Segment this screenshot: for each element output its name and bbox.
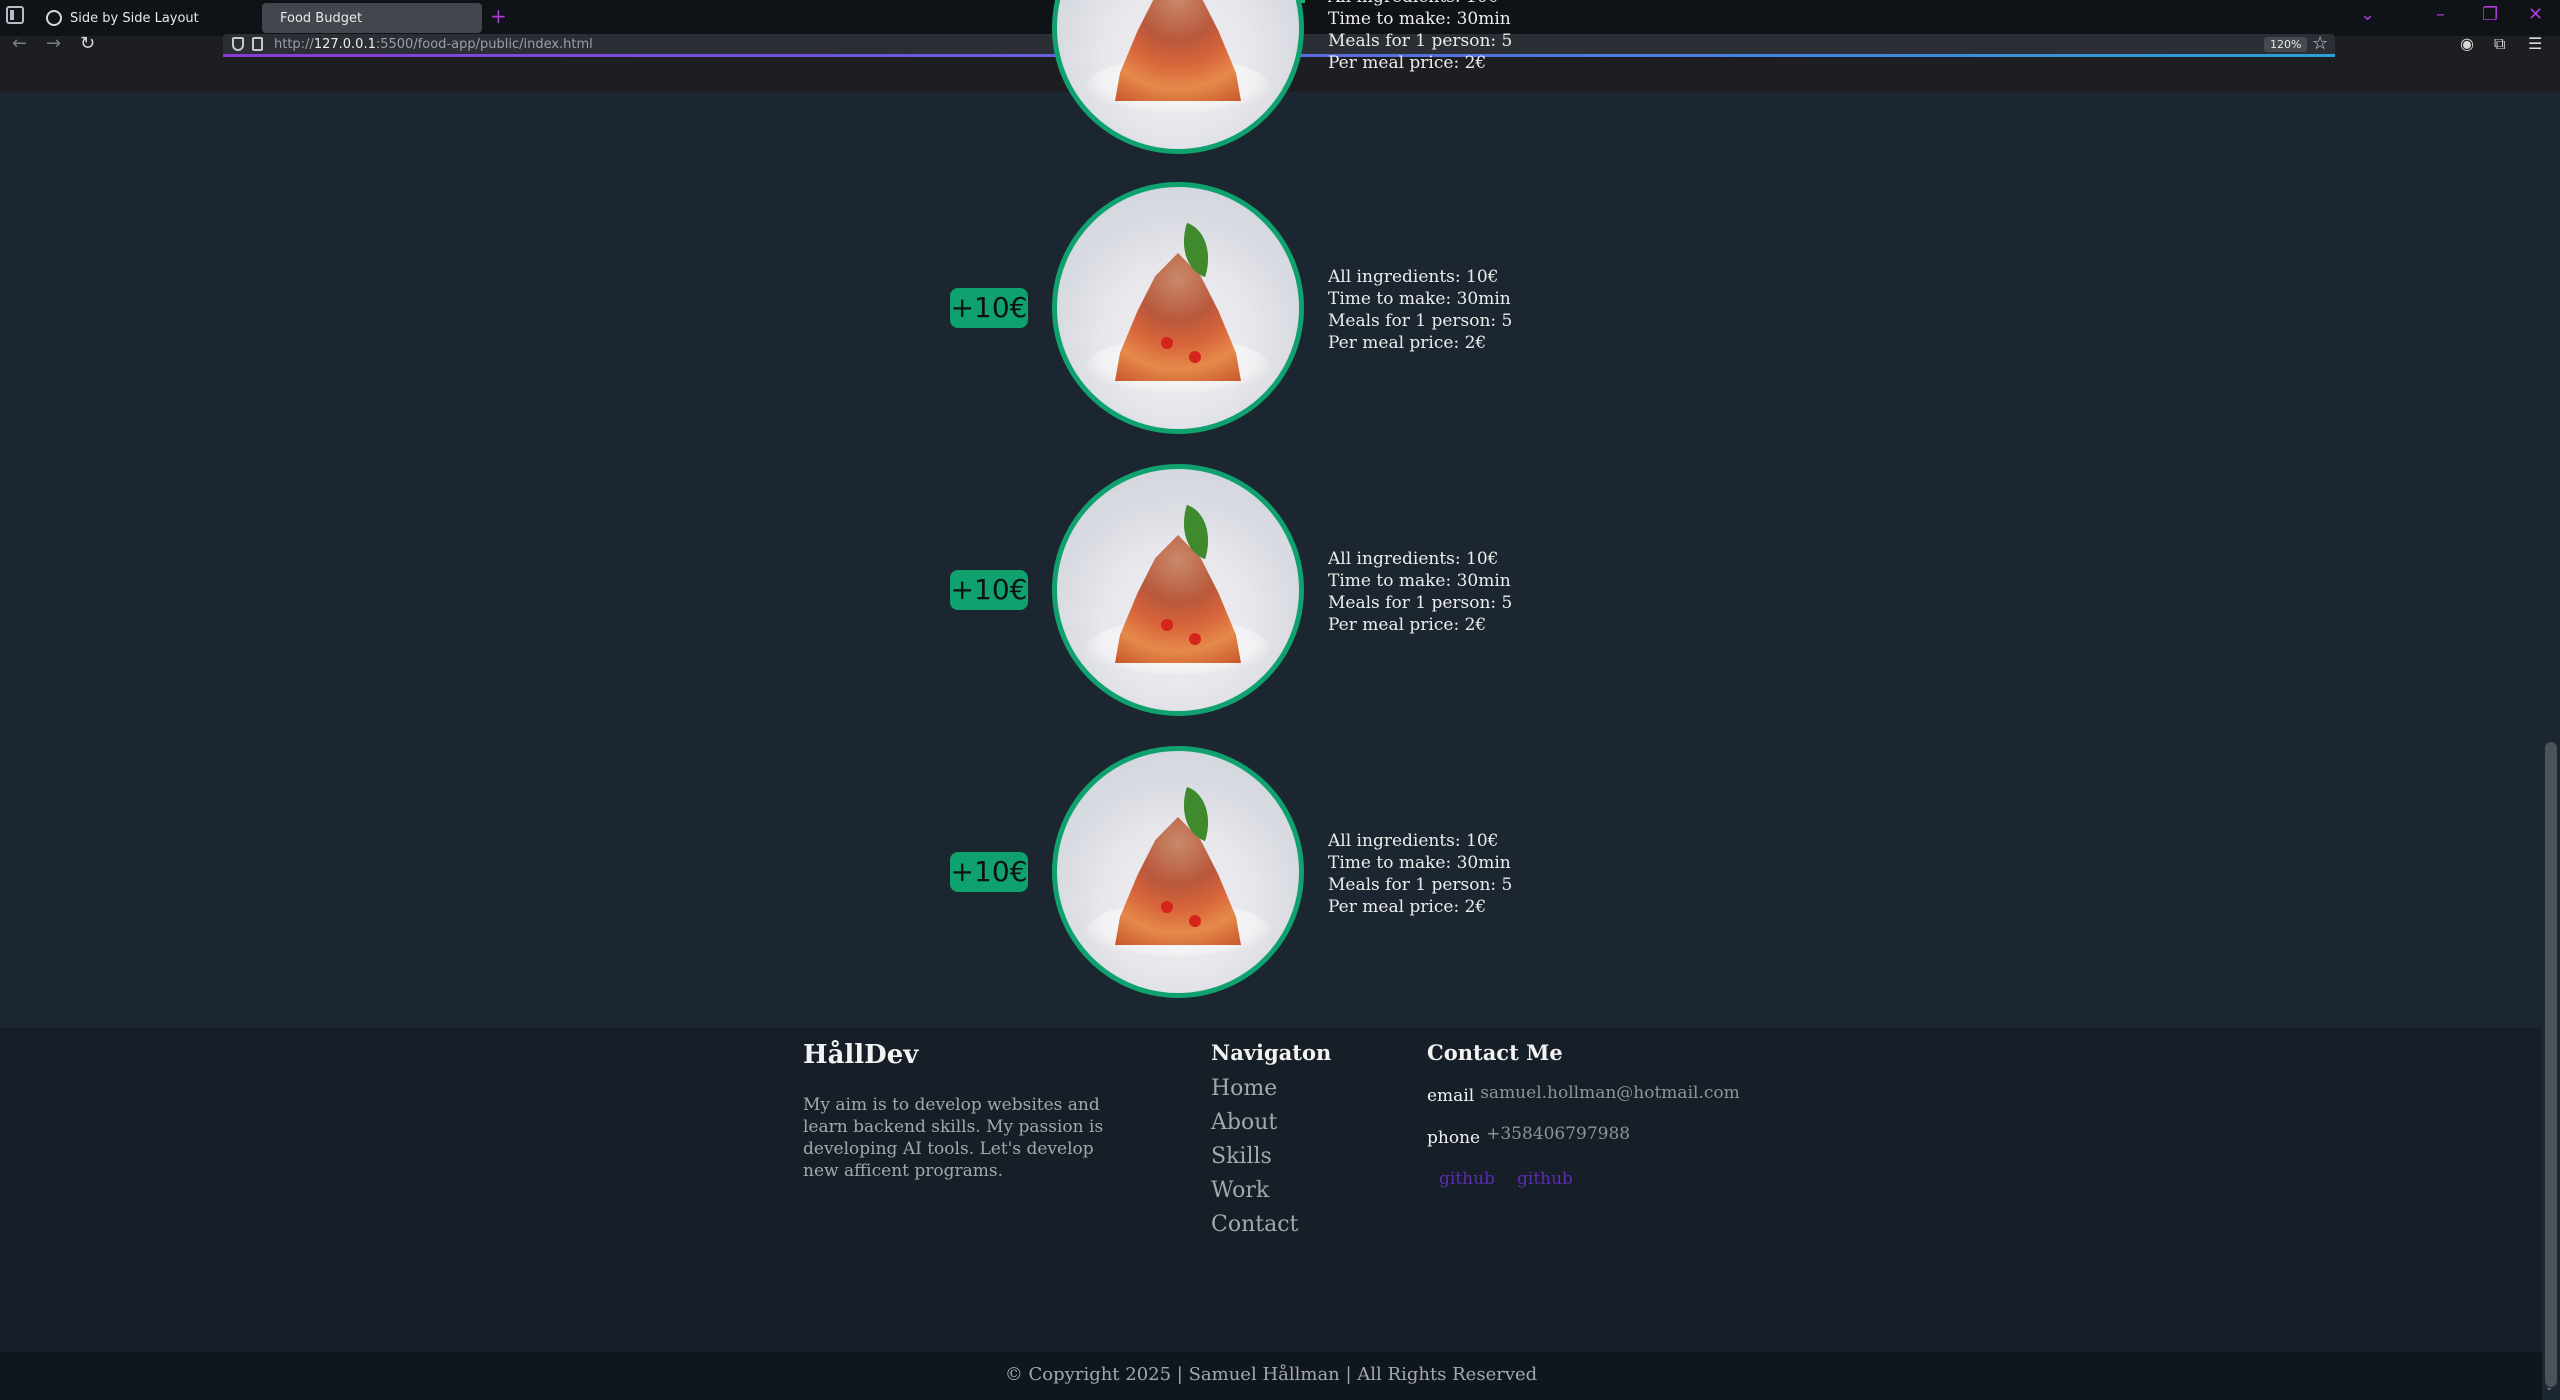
pasta-shape xyxy=(1115,253,1241,381)
meal-time: Time to make: 30min xyxy=(1328,289,1511,309)
meal-count: Meals for 1 person: 5 xyxy=(1328,311,1513,331)
meal-time: Time to make: 30min xyxy=(1328,853,1511,873)
meal-time: Time to make: 30min xyxy=(1328,571,1511,591)
footer-nav-home[interactable]: Home xyxy=(1211,1072,1298,1106)
meal-ingredients: All ingredients: 10€ xyxy=(1328,549,1499,569)
scroll-down-arrow-icon[interactable]: ⌄ xyxy=(2545,1382,2553,1393)
footer-nav-title: Navigaton xyxy=(1211,1040,1332,1065)
meal-card: +10€ All ingredients: 10€ Time to make: … xyxy=(0,464,2540,724)
phone-label: phone xyxy=(1427,1128,1481,1148)
tomato-shape xyxy=(1161,901,1173,913)
github-link[interactable]: github xyxy=(1439,1169,1495,1189)
contact-email-row: email samuel.hollman@hotmail.com xyxy=(1427,1083,1740,1106)
meal-per-price: Per meal price: 2€ xyxy=(1328,53,1487,73)
price-badge[interactable]: +10€ xyxy=(950,852,1028,892)
meal-info: All ingredients: 10€ Time to make: 30min… xyxy=(1328,266,1512,354)
meal-ingredients: All ingredients: 10€ xyxy=(1328,267,1499,287)
footer-about-text: My aim is to develop websites and learn … xyxy=(803,1095,1104,1181)
phone-value[interactable]: +358406797988 xyxy=(1486,1124,1630,1144)
pasta-shape xyxy=(1115,817,1241,945)
meal-card: +10€ All ingredients: 10€ Time to make: … xyxy=(0,182,2540,442)
spaghetti-image xyxy=(1052,182,1304,434)
spaghetti-image xyxy=(1052,464,1304,716)
footer-nav-about[interactable]: About xyxy=(1211,1106,1298,1140)
meal-info: All ingredients: 10€ Time to make: 30min… xyxy=(1328,830,1512,918)
email-value[interactable]: samuel.hollman@hotmail.com xyxy=(1480,1083,1740,1103)
pasta-shape xyxy=(1115,535,1241,663)
footer-nav-skills[interactable]: Skills xyxy=(1211,1140,1298,1174)
meal-info: All ingredients: 10€ Time to make: 30min… xyxy=(1328,548,1512,636)
footer-nav-list: Home About Skills Work Contact xyxy=(1211,1072,1298,1242)
copyright-text: © Copyright 2025 | Samuel Hållman | All … xyxy=(1004,1364,1538,1385)
footer-contact-title: Contact Me xyxy=(1427,1040,1563,1065)
footer-nav-contact[interactable]: Contact xyxy=(1211,1208,1298,1242)
price-badge[interactable]: +10€ xyxy=(950,288,1028,328)
meal-per-price: Per meal price: 2€ xyxy=(1328,897,1487,917)
tomato-shape xyxy=(1189,351,1201,363)
meal-count: Meals for 1 person: 5 xyxy=(1328,593,1513,613)
footer-brand: HållDev xyxy=(803,1040,919,1070)
tomato-shape xyxy=(1189,633,1201,645)
github-link[interactable]: github xyxy=(1517,1169,1573,1189)
scrollbar-thumb[interactable] xyxy=(2545,742,2557,1387)
contact-phone-row: phone +358406797988 xyxy=(1427,1124,1630,1148)
meal-ingredients: All ingredients: 10€ xyxy=(1328,831,1499,851)
price-badge[interactable]: +10€ xyxy=(950,570,1028,610)
email-label: email xyxy=(1427,1086,1475,1106)
tomato-shape xyxy=(1161,619,1173,631)
tomato-shape xyxy=(1161,337,1173,349)
spaghetti-image xyxy=(1052,746,1304,998)
meal-per-price: Per meal price: 2€ xyxy=(1328,333,1487,353)
meal-count: Meals for 1 person: 5 xyxy=(1328,875,1513,895)
tab-bar-overlay xyxy=(0,0,2560,36)
tomato-shape xyxy=(1189,915,1201,927)
footer-nav-work[interactable]: Work xyxy=(1211,1174,1298,1208)
meal-per-price: Per meal price: 2€ xyxy=(1328,615,1487,635)
meal-card: +10€ All ingredients: 10€ Time to make: … xyxy=(0,746,2540,1006)
